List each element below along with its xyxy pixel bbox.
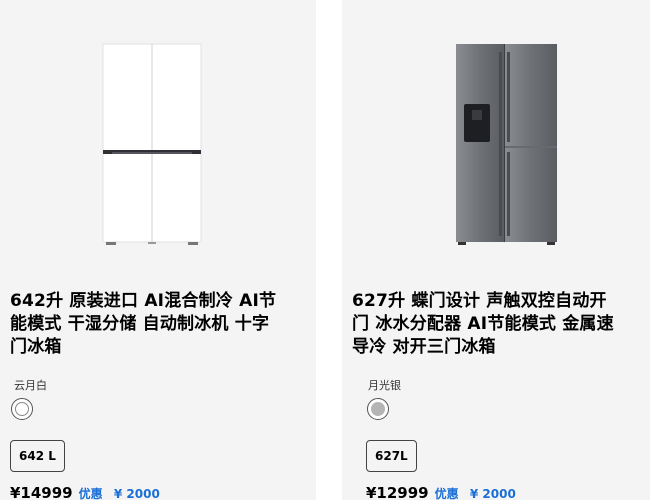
product-title-line: 能模式 干湿分储 自动制冰机 十字 [10, 314, 270, 334]
fridge-white-image [102, 43, 202, 245]
swatch-fill [371, 402, 385, 416]
capacity-option-button[interactable]: 642 L [10, 440, 65, 472]
product-title-line: 627升 蝶门设计 声触双控自动开 [352, 291, 607, 311]
product-title-line: 门 冰水分配器 AI节能模式 金属速 [352, 314, 614, 334]
product-image[interactable] [0, 0, 316, 262]
promo-amount: ¥ 2000 [469, 487, 516, 500]
color-name-label: 云月白 [14, 379, 47, 392]
color-name-label: 月光银 [368, 379, 401, 392]
product-image[interactable] [342, 0, 650, 262]
product-card-silver-fridge[interactable]: 627升 蝶门设计 声触双控自动开 门 冰水分配器 AI节能模式 金属速 导冷 … [342, 0, 650, 500]
price: ¥14999 [10, 484, 73, 500]
product-title-line: 642升 原装进口 AI混合制冷 AI节 [10, 291, 277, 311]
color-swatch-silver[interactable] [367, 398, 389, 420]
promo-amount: ¥ 2000 [113, 487, 160, 500]
product-title-line: 门冰箱 [10, 337, 62, 357]
product-grid: 642升 原装进口 AI混合制冷 AI节 能模式 干湿分储 自动制冰机 十字 门… [0, 0, 650, 500]
price: ¥12999 [366, 484, 429, 500]
fridge-silver-image [456, 44, 557, 245]
color-swatch-white[interactable] [11, 398, 33, 420]
promo-label: 优惠 [434, 487, 459, 500]
swatch-fill [15, 402, 29, 416]
price-row: ¥12999 优惠 ¥ 2000 [366, 484, 516, 500]
product-card-white-fridge[interactable]: 642升 原装进口 AI混合制冷 AI节 能模式 干湿分储 自动制冰机 十字 门… [0, 0, 316, 500]
promo-label: 优惠 [78, 487, 103, 500]
price-row: ¥14999 优惠 ¥ 2000 [10, 484, 160, 500]
product-title[interactable]: 642升 原装进口 AI混合制冷 AI节 能模式 干湿分储 自动制冰机 十字 门… [10, 290, 308, 359]
product-title-line: 导冷 对开三门冰箱 [352, 337, 496, 357]
capacity-option-button[interactable]: 627L [366, 440, 417, 472]
product-title[interactable]: 627升 蝶门设计 声触双控自动开 门 冰水分配器 AI节能模式 金属速 导冷 … [352, 290, 642, 359]
